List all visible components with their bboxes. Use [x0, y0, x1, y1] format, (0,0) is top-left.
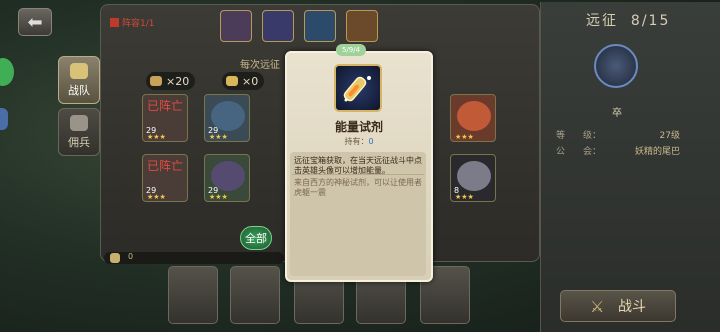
lineup-flag-icon	[110, 18, 119, 27]
chest-icon	[226, 76, 238, 86]
hero-card[interactable]: 已阵亡 29 ★★★	[142, 154, 188, 202]
energy-potion-icon	[334, 64, 382, 112]
formation-slot[interactable]	[230, 266, 280, 324]
item-hold: 持有：0	[344, 137, 374, 146]
hero-stars: ★★★	[455, 133, 474, 141]
team-icon	[70, 62, 88, 79]
dead-label: 已阵亡	[146, 159, 183, 173]
chest-counter: ×0	[222, 72, 265, 90]
rocket-icon	[150, 76, 162, 86]
hero-card[interactable]: 已阵亡 29 ★★★	[142, 94, 188, 142]
all-filter-button[interactable]: 全部	[240, 226, 272, 250]
item-name: 能量试剂	[334, 120, 383, 134]
level-value: 27级	[659, 131, 680, 141]
tab-team[interactable]: 战队	[58, 56, 100, 104]
tab-team-label: 战队	[68, 83, 90, 97]
expedition-title: 远征 8/15	[586, 13, 671, 29]
side-green-button[interactable]	[0, 58, 14, 86]
hero-card[interactable]: 29 ★★★	[204, 94, 250, 142]
hero-stars: ★★★	[209, 193, 228, 201]
crossed-swords-icon: ⚔	[590, 297, 605, 316]
hero-stars: ★★★	[209, 133, 228, 141]
mercenary-icon	[70, 114, 88, 131]
dead-label: 已阵亡	[146, 99, 183, 113]
tab-mercenary[interactable]: 佣兵	[58, 108, 100, 156]
item-source-text: 远征宝箱获取，在当天远征战斗中点击英雄头像可以增加能量。	[294, 156, 422, 175]
potion-vial-icon	[343, 76, 371, 102]
hero-portrait-icon	[457, 101, 491, 131]
lineup-slot-2[interactable]	[262, 10, 294, 42]
enemy-avatar[interactable]	[594, 44, 638, 88]
lineup-slot-4[interactable]	[346, 10, 378, 42]
lineup-label: 阵容1/1	[110, 16, 155, 29]
item-flavor-text: 来自西方的神秘试剂，可以让使用者虎躯一震	[294, 178, 422, 197]
daily-label: 每次远征	[240, 60, 280, 71]
enemy-name: 卒	[612, 108, 622, 119]
hero-stars: ★★★	[147, 193, 166, 201]
lineup-slot-1[interactable]	[220, 10, 252, 42]
battle-button[interactable]: ⚔ 战斗	[560, 290, 676, 322]
hero-stars: ★★★	[455, 193, 474, 201]
hero-stars: ★★★	[147, 133, 166, 141]
hero-card[interactable]: ★★★	[450, 94, 496, 142]
tab-mercenary-label: 佣兵	[68, 135, 90, 149]
lineup-slot-3[interactable]	[304, 10, 336, 42]
hero-portrait-icon	[457, 161, 491, 191]
side-blue-button[interactable]	[0, 108, 8, 130]
back-arrow-icon: ⬅	[27, 11, 43, 33]
game-screen: ⬅ 战队 佣兵 阵容1/1 ×20 ×0 每次远征 已阵亡 29 ★★★ 29 …	[0, 0, 720, 332]
hero-card[interactable]: 29 ★★★	[204, 154, 250, 202]
formation-slot[interactable]	[168, 266, 218, 324]
back-button[interactable]: ⬅	[18, 8, 52, 36]
item-tag: 5/9/4	[336, 44, 366, 56]
energy-bar: 0	[104, 252, 284, 264]
rocket-counter: ×20	[146, 72, 196, 90]
hero-card[interactable]: 8 ★★★	[450, 154, 496, 202]
divider	[292, 174, 424, 175]
paw-icon	[110, 253, 120, 263]
guild-value: 妖精的尾巴	[634, 147, 680, 157]
